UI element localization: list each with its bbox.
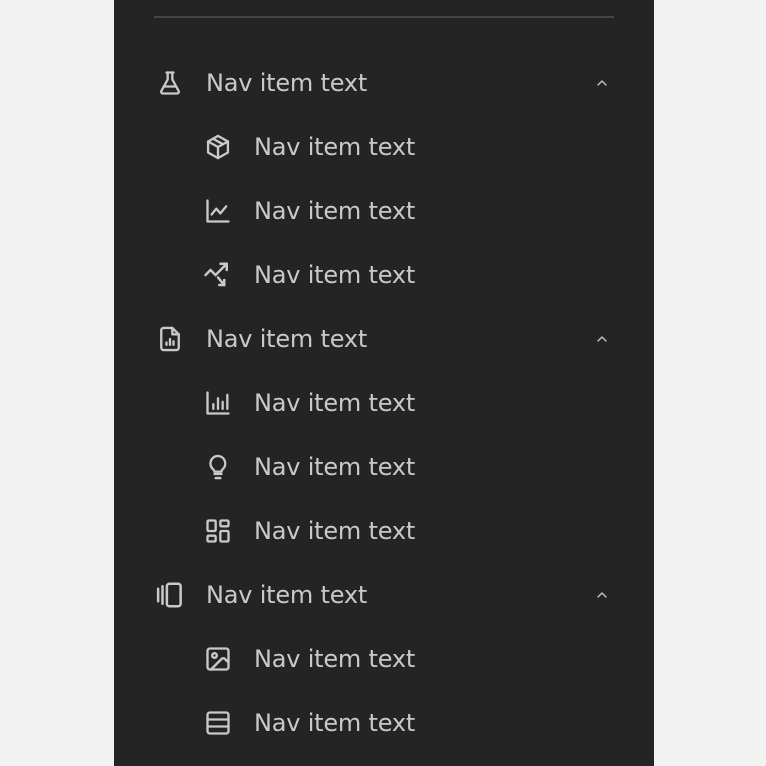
flask-icon xyxy=(154,67,186,99)
nav-group-2[interactable]: Nav item text xyxy=(114,307,654,371)
nav-item-3-2[interactable]: Nav item text xyxy=(114,691,654,755)
bar-chart-icon xyxy=(202,387,234,419)
nav-item-label: Nav item text xyxy=(254,133,416,161)
sidebar-panel: Nav item text Nav item text Nav item tex… xyxy=(114,0,654,766)
nav-item-3-1[interactable]: Nav item text xyxy=(114,627,654,691)
nav-group-3[interactable]: Nav item text xyxy=(114,563,654,627)
chevron-up-icon[interactable] xyxy=(590,71,614,95)
rows-icon xyxy=(202,707,234,739)
nav-item-label: Nav item text xyxy=(254,261,416,289)
nav-group-label: Nav item text xyxy=(206,325,368,353)
lightbulb-icon xyxy=(202,451,234,483)
sidebar-divider xyxy=(154,16,614,18)
trending-down-icon xyxy=(202,259,234,291)
nav-item-2-2[interactable]: Nav item text xyxy=(114,435,654,499)
nav-item-label: Nav item text xyxy=(254,389,416,417)
file-chart-icon xyxy=(154,323,186,355)
nav-item-label: Nav item text xyxy=(254,645,416,673)
line-chart-icon xyxy=(202,195,234,227)
nav-item-2-3[interactable]: Nav item text xyxy=(114,499,654,563)
nav-group-label: Nav item text xyxy=(206,69,368,97)
image-icon xyxy=(202,643,234,675)
nav-group-1[interactable]: Nav item text xyxy=(114,51,654,115)
nav-item-1-2[interactable]: Nav item text xyxy=(114,179,654,243)
cube-icon xyxy=(202,131,234,163)
nav-item-label: Nav item text xyxy=(254,709,416,737)
nav-item-label: Nav item text xyxy=(254,453,416,481)
chevron-up-icon[interactable] xyxy=(590,583,614,607)
nav-item-label: Nav item text xyxy=(254,517,416,545)
nav-item-1-3[interactable]: Nav item text xyxy=(114,243,654,307)
nav-group-label: Nav item text xyxy=(206,581,368,609)
nav-item-1-1[interactable]: Nav item text xyxy=(114,115,654,179)
sidebar-nav: Nav item text Nav item text Nav item tex… xyxy=(114,51,654,755)
carousel-icon xyxy=(154,579,186,611)
nav-item-label: Nav item text xyxy=(254,197,416,225)
nav-item-2-1[interactable]: Nav item text xyxy=(114,371,654,435)
chevron-up-icon[interactable] xyxy=(590,327,614,351)
dashboard-icon xyxy=(202,515,234,547)
